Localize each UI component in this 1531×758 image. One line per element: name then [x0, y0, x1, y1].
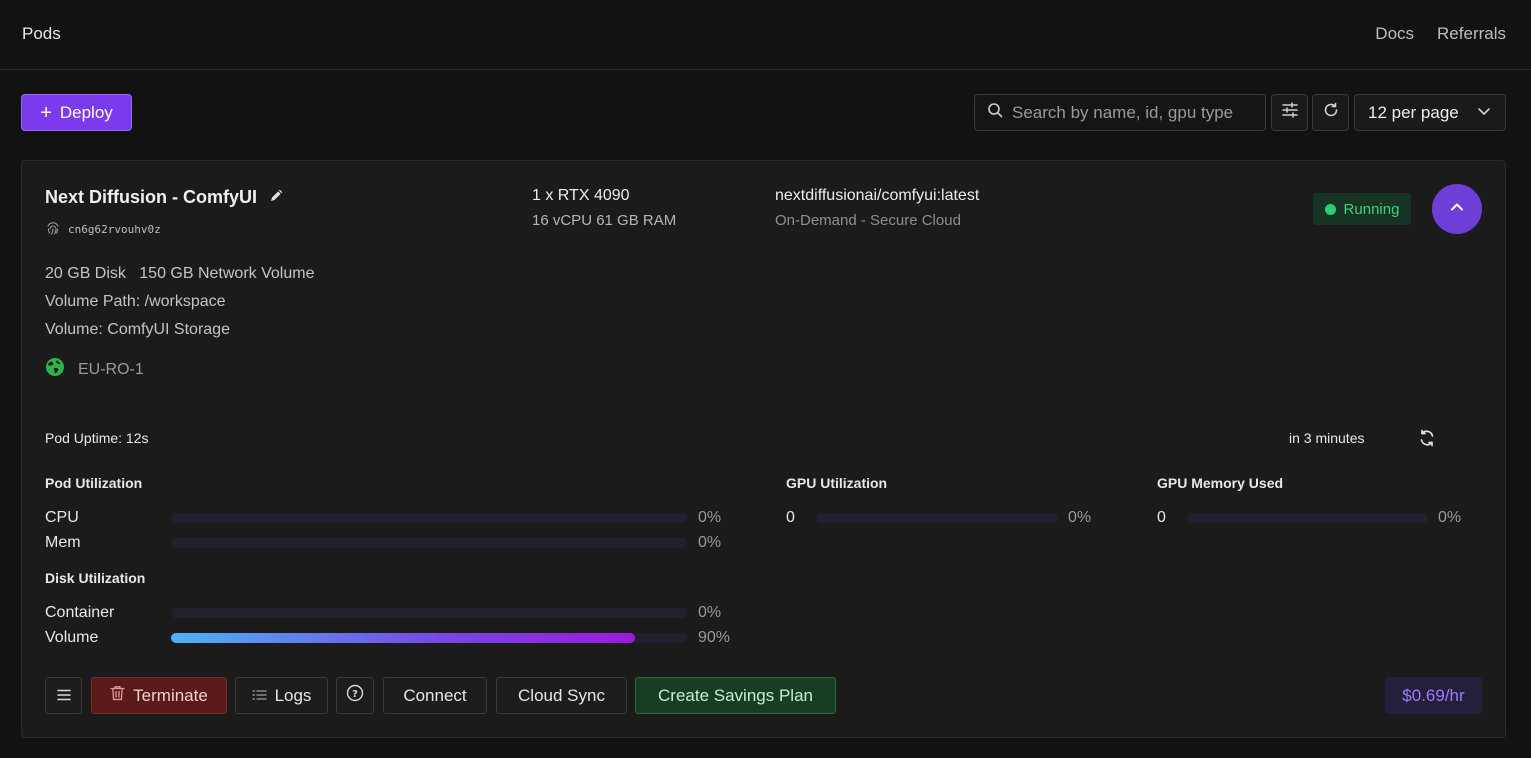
- edit-pencil-icon[interactable]: [269, 187, 285, 208]
- pod-id[interactable]: cn6g62rvouhv0z: [68, 223, 161, 236]
- gpu-util-bar: [816, 513, 1058, 523]
- disk-utilization-title: Disk Utilization: [45, 570, 146, 586]
- cloud-type: On-Demand - Secure Cloud: [775, 212, 961, 229]
- logs-button[interactable]: Logs: [235, 677, 328, 714]
- top-nav: Docs Referrals: [1375, 24, 1506, 44]
- terminate-button[interactable]: Terminate: [91, 677, 227, 714]
- help-button[interactable]: ?: [336, 677, 374, 714]
- search-box[interactable]: [974, 94, 1266, 131]
- chevron-down-icon: [1477, 103, 1491, 123]
- nav-referrals-link[interactable]: Referrals: [1437, 24, 1506, 44]
- volume-label: Volume: [45, 629, 99, 646]
- per-page-value: 12 per page: [1368, 102, 1459, 122]
- sliders-icon: [1281, 101, 1299, 124]
- page-title: Pods: [22, 24, 61, 43]
- container-image: nextdiffusionai/comfyui:latest: [775, 187, 980, 204]
- status-text: Running: [1343, 200, 1400, 218]
- region-row: EU-RO-1: [45, 357, 144, 382]
- filter-button[interactable]: [1271, 94, 1308, 131]
- plus-icon: +: [40, 101, 52, 124]
- savings-plan-label: Create Savings Plan: [658, 685, 813, 705]
- volume-path: Volume Path: /workspace: [45, 293, 226, 310]
- cloud-sync-button[interactable]: Cloud Sync: [496, 677, 627, 714]
- collapse-button[interactable]: [1432, 184, 1482, 234]
- gpu-mem-bar: [1187, 513, 1428, 523]
- status-badge: Running: [1313, 193, 1411, 225]
- status-dot-icon: [1324, 203, 1336, 215]
- container-percent: 0%: [698, 604, 722, 621]
- refresh-button[interactable]: [1312, 94, 1349, 131]
- gpu-mem-count: 0: [1157, 509, 1166, 526]
- cpu-label: CPU: [45, 509, 79, 526]
- pod-uptime: Pod Uptime: 12s: [45, 430, 149, 446]
- pod-id-row: cn6g62rvouhv0z: [45, 220, 161, 239]
- search-input[interactable]: [1012, 102, 1252, 123]
- gpu-memory-title: GPU Memory Used: [1157, 475, 1284, 491]
- auto-refresh-icon[interactable]: [1417, 428, 1437, 453]
- cpu-bar: [171, 513, 687, 523]
- globe-icon: [45, 357, 65, 382]
- volume-percent: 90%: [698, 629, 731, 646]
- list-icon: [251, 686, 267, 706]
- deploy-label: Deploy: [59, 102, 113, 122]
- connect-label: Connect: [403, 685, 467, 705]
- gpu-utilization-title: GPU Utilization: [786, 475, 888, 491]
- hamburger-icon: [56, 686, 71, 706]
- pod-name: Next Diffusion - ComfyUI: [45, 187, 258, 207]
- region-label: EU-RO-1: [78, 360, 144, 378]
- per-page-select[interactable]: 12 per page: [1354, 94, 1506, 131]
- mem-percent: 0%: [698, 534, 722, 551]
- refresh-icon: [1322, 101, 1340, 124]
- svg-text:?: ?: [352, 689, 358, 700]
- chevron-up-icon: [1449, 199, 1465, 220]
- network-volume-size: 150 GB Network Volume: [139, 265, 315, 282]
- create-savings-plan-button[interactable]: Create Savings Plan: [635, 677, 836, 714]
- nav-docs-link[interactable]: Docs: [1375, 24, 1414, 44]
- price-badge: $0.69/hr: [1385, 677, 1482, 714]
- gpu-mem-percent: 0%: [1438, 509, 1462, 526]
- gpu-util-count: 0: [786, 509, 795, 526]
- search-icon: [987, 102, 1003, 123]
- pod-name-row: Next Diffusion - ComfyUI: [45, 187, 285, 208]
- next-update: in 3 minutes: [1289, 430, 1365, 446]
- logs-label: Logs: [274, 685, 312, 705]
- volume-name: Volume: ComfyUI Storage: [45, 321, 230, 338]
- pod-card: Next Diffusion - ComfyUI cn6g62rvouhv0z …: [21, 160, 1506, 738]
- connect-button[interactable]: Connect: [383, 677, 487, 714]
- volume-bar: [171, 633, 687, 643]
- top-bar: Pods Docs Referrals: [0, 0, 1531, 70]
- terminate-label: Terminate: [133, 685, 208, 705]
- container-bar: [171, 608, 687, 618]
- trash-icon: [110, 685, 125, 706]
- storage-row: 20 GB Disk 150 GB Network Volume: [45, 265, 314, 283]
- container-label: Container: [45, 604, 115, 621]
- cpu-percent: 0%: [698, 509, 722, 526]
- mem-label: Mem: [45, 534, 81, 551]
- menu-button[interactable]: [45, 677, 82, 714]
- mem-bar: [171, 538, 687, 548]
- deploy-button[interactable]: + Deploy: [21, 94, 132, 131]
- fingerprint-icon: [45, 220, 61, 239]
- disk-size: 20 GB Disk: [45, 265, 126, 282]
- volume-bar-fill: [171, 633, 636, 643]
- cloud-sync-label: Cloud Sync: [518, 685, 605, 705]
- gpu-type: 1 x RTX 4090: [532, 187, 630, 204]
- pod-utilization-title: Pod Utilization: [45, 475, 143, 491]
- help-circle-icon: ?: [346, 684, 364, 707]
- gpu-util-percent: 0%: [1068, 509, 1092, 526]
- pod-specs: 16 vCPU 61 GB RAM: [532, 212, 677, 229]
